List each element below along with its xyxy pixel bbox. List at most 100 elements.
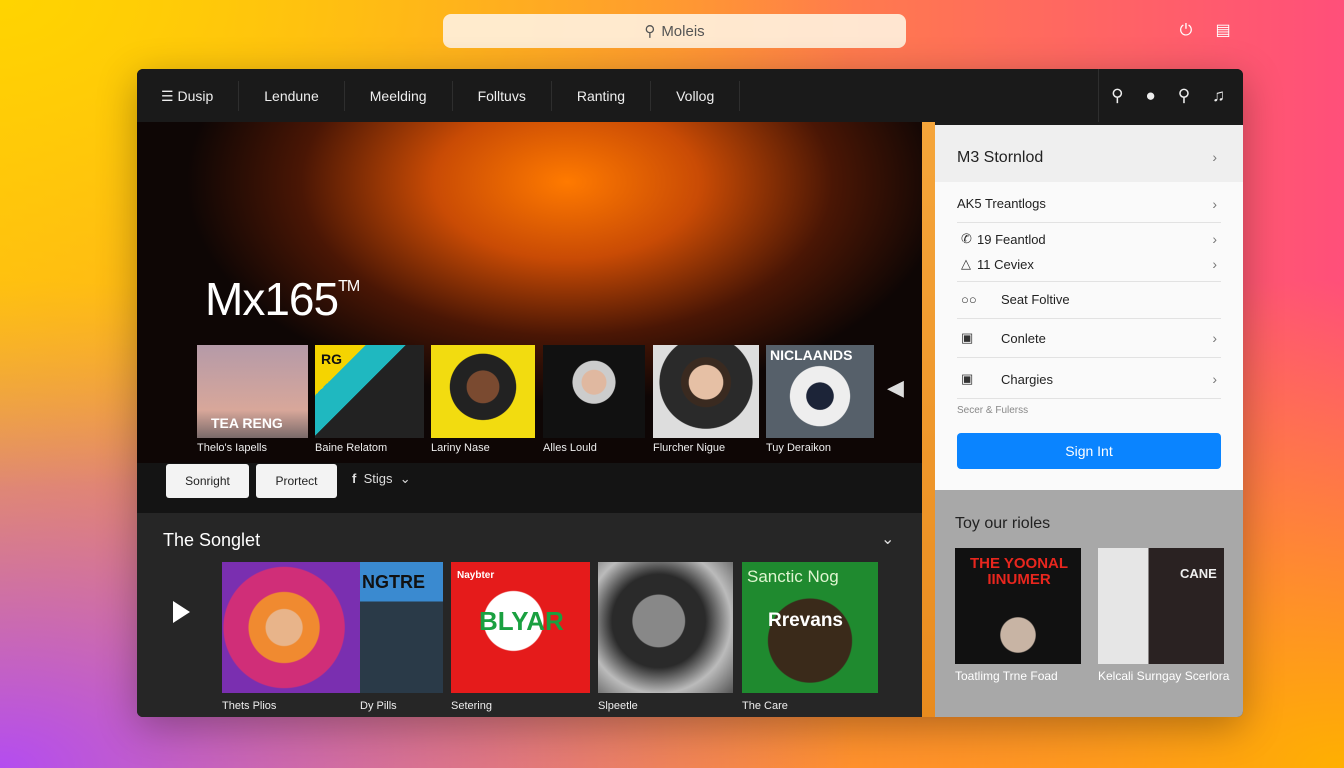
panel-row[interactable]: AK5 Treantlogs › bbox=[957, 195, 1221, 212]
window-icon[interactable]: ▤ bbox=[1214, 22, 1232, 40]
cover-text: NICLAANDS bbox=[770, 347, 853, 363]
cover-text: THE YOONAL IINUMER bbox=[969, 555, 1069, 588]
row-label: 19 Feantlod bbox=[977, 231, 1046, 247]
album-card[interactable]: Slpeetle bbox=[598, 562, 733, 712]
play-icon[interactable] bbox=[173, 601, 190, 623]
music-note-icon[interactable]: ♫ bbox=[1212, 86, 1225, 106]
facebook-icon: f bbox=[352, 471, 357, 486]
divider bbox=[957, 222, 1221, 223]
album-name: Slpeetle bbox=[598, 700, 638, 712]
phone-icon: ✆ bbox=[961, 231, 972, 246]
panel-note: Secer & Fulerss bbox=[957, 405, 1029, 416]
album-name: Dy Pills bbox=[360, 700, 397, 712]
carousel-arrow-icon[interactable]: ◀ bbox=[887, 375, 904, 415]
role-card[interactable]: CANE Kelcali Surngay Scerlora bbox=[1098, 548, 1229, 683]
row-label: AK5 Treantlogs bbox=[957, 196, 1046, 211]
panel-row[interactable]: △ 11 Ceviex › bbox=[957, 256, 1221, 272]
hamburger-icon: ☰ bbox=[161, 87, 174, 104]
roles-section: Toy our rioles THE YOONAL IINUMER Toatli… bbox=[935, 490, 1243, 717]
tag-icon: △ bbox=[961, 256, 971, 271]
artist-name: Flurcher Nigue bbox=[653, 442, 726, 454]
album-name: Thets Plios bbox=[222, 700, 277, 712]
cover-text: Rrevans bbox=[768, 610, 843, 631]
search-bar[interactable]: ⚲ Moleis bbox=[443, 14, 906, 48]
artist-card[interactable]: RG Baine Relatom bbox=[315, 345, 424, 454]
panel-row[interactable]: ▣ Conlete › bbox=[957, 330, 1221, 346]
stigs-dropdown[interactable]: f Stigs ⌄ bbox=[352, 471, 411, 487]
divider bbox=[957, 357, 1221, 358]
cover-text: NGTRE bbox=[362, 572, 425, 592]
power-icon[interactable]: ⏻ bbox=[1177, 22, 1195, 40]
nav-item[interactable]: Meelding bbox=[345, 80, 453, 111]
cover-text: CANE bbox=[1180, 566, 1217, 581]
square-icon: ▣ bbox=[961, 330, 974, 345]
divider bbox=[957, 281, 1221, 282]
cover-text: BLYAR bbox=[479, 606, 564, 636]
album-card[interactable]: NGTRE Dy Pills bbox=[360, 562, 443, 712]
hero-banner: Mx165TM TEA RENG Thelo's Iapells RG Bain… bbox=[137, 122, 922, 463]
chevron-right-icon: › bbox=[1212, 231, 1217, 247]
nav-item[interactable]: Vollog bbox=[651, 80, 741, 111]
nav-menu[interactable]: ☰ Dusip bbox=[137, 80, 240, 111]
chevron-right-icon: › bbox=[1212, 149, 1217, 165]
artist-card[interactable]: TEA RENG Thelo's Iapells bbox=[197, 345, 308, 454]
accent-strip bbox=[922, 122, 935, 717]
artist-name: Lariny Nase bbox=[431, 442, 490, 454]
top-nav: ☰ Dusip Lendune Meelding Folltuvs Rantin… bbox=[137, 69, 1243, 122]
cover-subtext: Sanctic Nog bbox=[747, 567, 839, 586]
hero-title: Mx165TM bbox=[205, 273, 360, 325]
sign-in-button[interactable]: Sign Int bbox=[957, 433, 1221, 469]
prortect-button[interactable]: Prortect bbox=[256, 464, 337, 498]
apple-icon[interactable]: ● bbox=[1146, 86, 1156, 106]
link-icon: ○○ bbox=[961, 292, 977, 307]
role-name: Kelcali Surngay Scerlora bbox=[1098, 669, 1230, 683]
divider bbox=[957, 398, 1221, 399]
album-name: The Care bbox=[742, 700, 788, 712]
search-icon[interactable]: ⚲ bbox=[1178, 86, 1190, 106]
nav-icons: ⚲ ● ⚲ ♫ bbox=[1098, 69, 1225, 122]
chevron-right-icon: › bbox=[1212, 195, 1217, 212]
panel-row[interactable]: ▣ Chargies › bbox=[957, 371, 1221, 387]
sonright-button[interactable]: Sonright bbox=[166, 464, 249, 498]
search-icon: ⚲ bbox=[644, 23, 656, 40]
nav-item[interactable]: Folltuvs bbox=[453, 80, 552, 111]
divider bbox=[957, 318, 1221, 319]
artist-name: Alles Lould bbox=[543, 442, 597, 454]
row-label: 11 Ceviex bbox=[977, 256, 1034, 272]
artist-name: Tuy Deraikon bbox=[766, 442, 832, 454]
album-card[interactable]: Sanctic Nog Rrevans The Care bbox=[742, 562, 878, 712]
clipboard-icon: ▣ bbox=[961, 371, 974, 386]
row-label: Conlete bbox=[1001, 330, 1046, 346]
artist-name: Thelo's Iapells bbox=[197, 442, 267, 454]
nav-item[interactable]: Lendune bbox=[239, 80, 345, 111]
app-window: ☰ Dusip Lendune Meelding Folltuvs Rantin… bbox=[137, 69, 1243, 717]
artist-card[interactable]: Flurcher Nigue bbox=[653, 345, 759, 454]
panel-row[interactable]: ✆ 19 Feantlod › bbox=[957, 231, 1221, 247]
panel-header-label: M3 Stornlod bbox=[957, 149, 1044, 166]
section-title: Toy our rioles bbox=[955, 515, 1051, 532]
chevron-down-icon: ⌄ bbox=[399, 471, 411, 486]
album-card[interactable]: Thets Plios bbox=[222, 562, 360, 712]
side-panel: M3 Stornlod › AK5 Treantlogs › ✆ 19 Feantlo… bbox=[935, 125, 1243, 490]
role-card[interactable]: THE YOONAL IINUMER Toatlimg Trne Foad bbox=[955, 548, 1081, 683]
artist-card[interactable]: Lariny Nase bbox=[431, 345, 535, 454]
album-name: Setering bbox=[451, 700, 492, 712]
album-card[interactable]: Naybter BLYAR Setering bbox=[451, 562, 590, 712]
artist-card[interactable]: NICLAANDS Tuy Deraikon bbox=[766, 345, 874, 454]
panel-row[interactable]: ○○ Seat Foltive bbox=[957, 292, 1221, 307]
action-bar: Sonright Prortect f Stigs ⌄ bbox=[137, 463, 922, 513]
chevron-right-icon: › bbox=[1212, 371, 1217, 387]
nav-menu-label: Dusip bbox=[177, 87, 214, 104]
chevron-down-icon[interactable]: ⌄ bbox=[881, 529, 894, 549]
songlet-section: The Songlet ⌄ Thets Plios NGTRE Dy Pills… bbox=[137, 513, 922, 717]
search-icon[interactable]: ⚲ bbox=[1111, 86, 1123, 106]
panel-header[interactable]: M3 Stornlod › bbox=[935, 125, 1243, 182]
nav-item[interactable]: Ranting bbox=[552, 80, 652, 111]
artist-name: Baine Relatom bbox=[315, 442, 388, 454]
search-placeholder: Moleis bbox=[661, 22, 705, 40]
section-title: The Songlet bbox=[163, 530, 261, 550]
cover-text: RG bbox=[321, 351, 342, 367]
chevron-right-icon: › bbox=[1212, 256, 1217, 272]
artist-card[interactable]: Alles Lould bbox=[543, 345, 645, 454]
row-label: Chargies bbox=[1001, 371, 1054, 387]
